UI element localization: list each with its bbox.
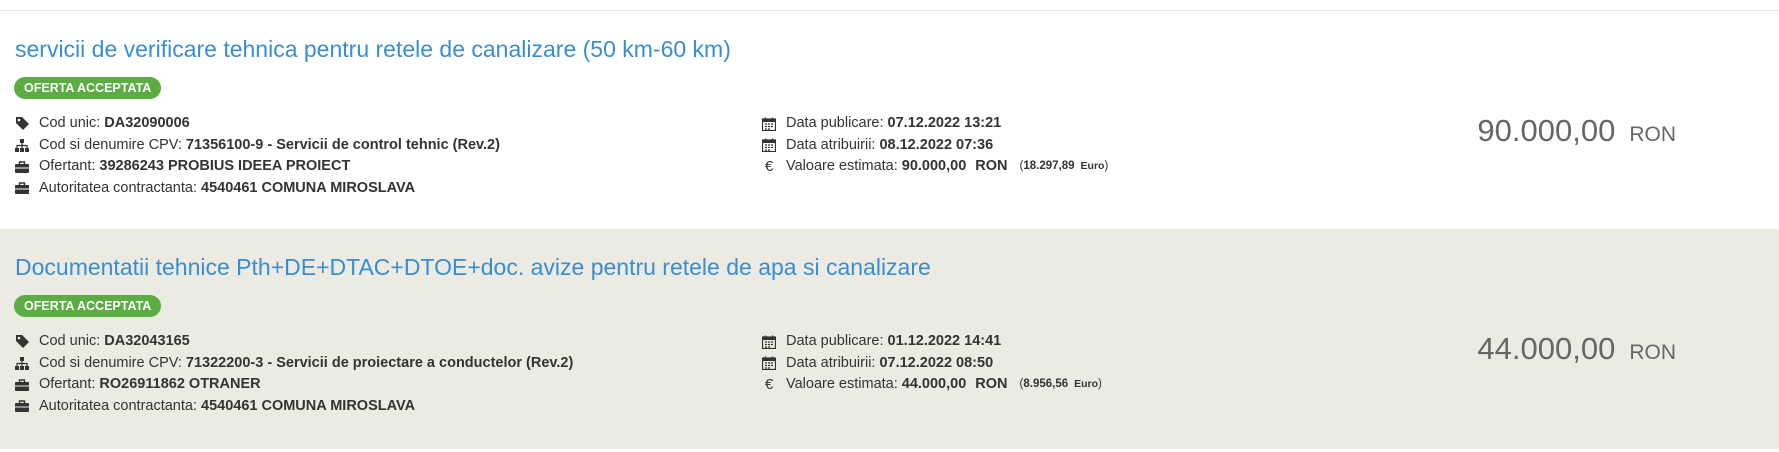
cod-unic-value: DA32090006 bbox=[104, 115, 190, 131]
calendar-icon bbox=[761, 116, 777, 132]
euro-paren-close: ) bbox=[1104, 160, 1109, 172]
data-atribuirii-label: Data atribuirii: bbox=[786, 354, 876, 371]
cod-unic-value: DA32043165 bbox=[104, 333, 190, 349]
ofertant-value: RO26911862 OTRANER bbox=[99, 376, 261, 392]
search-results-page: servicii de verificare tehnica pentru re… bbox=[0, 0, 1779, 452]
calendar-icon bbox=[761, 137, 777, 153]
cpv-label: Cod si denumire CPV: bbox=[39, 136, 182, 153]
tag-icon bbox=[14, 116, 30, 132]
sitemap-icon bbox=[14, 137, 30, 153]
cpv-label: Cod si denumire CPV: bbox=[39, 354, 182, 371]
result-details-left: Cod unic: DA32090006 Cod si denumire CPV… bbox=[14, 113, 500, 199]
autoritate-value: 4540461 COMUNA MIROSLAVA bbox=[201, 179, 416, 196]
result-amount: 44.000,00 RON bbox=[1477, 331, 1676, 367]
amount-value: 90.000,00 bbox=[1477, 113, 1616, 148]
valoare-value: 44.000,00 bbox=[901, 376, 967, 392]
cod-unic-label: Cod unic: bbox=[39, 115, 101, 131]
briefcase-icon bbox=[14, 159, 30, 175]
data-atribuirii-row: Data atribuirii: 07.12.2022 08:50 bbox=[761, 353, 1102, 375]
calendar-icon bbox=[761, 355, 777, 371]
valoare-value: 90.000,00 bbox=[901, 158, 967, 174]
ofertant-value: 39286243 PROBIUS IDEEA PROIECT bbox=[99, 158, 351, 174]
valoare-currency: RON bbox=[975, 158, 1008, 174]
result-amount: 90.000,00 RON bbox=[1477, 113, 1676, 149]
result-item: servicii de verificare tehnica pentru re… bbox=[0, 11, 1779, 229]
autoritate-row: Autoritatea contractanta: 4540461 COMUNA… bbox=[14, 178, 500, 200]
data-publicare-label: Data publicare: bbox=[786, 115, 884, 131]
valoare-label: Valoare estimata: bbox=[786, 376, 898, 392]
cod-unic-label: Cod unic: bbox=[39, 333, 101, 349]
data-atribuirii-value: 07.12.2022 08:50 bbox=[879, 354, 994, 371]
data-publicare-row: Data publicare: 07.12.2022 13:21 bbox=[761, 113, 1108, 135]
euro-icon: € bbox=[764, 158, 774, 175]
data-publicare-value: 07.12.2022 13:21 bbox=[887, 115, 1002, 131]
ofertant-label: Ofertant: bbox=[39, 158, 96, 174]
cpv-row: Cod si denumire CPV: 71322200-3 - Servic… bbox=[14, 353, 573, 375]
euro-icon: € bbox=[764, 376, 774, 393]
valoare-euro-unit: Euro bbox=[1080, 160, 1105, 172]
valoare-euro-value: 8.956,56 bbox=[1023, 378, 1069, 390]
data-publicare-label: Data publicare: bbox=[786, 333, 884, 349]
amount-currency: RON bbox=[1629, 341, 1676, 364]
valoare-label: Valoare estimata: bbox=[786, 158, 898, 174]
valoare-currency: RON bbox=[975, 376, 1008, 392]
cpv-value: 71322200-3 - Servicii de proiectare a co… bbox=[185, 354, 574, 371]
result-details-middle: Data publicare: 07.12.2022 13:21 Data at… bbox=[761, 113, 1108, 178]
valoare-euro: (18.297,89 Euro) bbox=[1020, 156, 1109, 178]
briefcase-icon bbox=[14, 398, 30, 414]
valoare-euro: (8.956,56 Euro) bbox=[1020, 374, 1102, 396]
valoare-row: € Valoare estimata: 90.000,00 RON (18.29… bbox=[761, 156, 1108, 178]
cpv-row: Cod si denumire CPV: 71356100-9 - Servic… bbox=[14, 135, 500, 157]
ofertant-row: Ofertant: RO26911862 OTRANER bbox=[14, 374, 573, 396]
autoritate-label: Autoritatea contractanta: bbox=[39, 179, 197, 196]
sitemap-icon bbox=[14, 355, 30, 371]
data-publicare-row: Data publicare: 01.12.2022 14:41 bbox=[761, 331, 1102, 353]
valoare-euro-unit: Euro bbox=[1074, 378, 1099, 390]
euro-paren-close: ) bbox=[1098, 378, 1102, 390]
briefcase-icon bbox=[14, 377, 30, 393]
briefcase-icon bbox=[14, 180, 30, 196]
result-title-link[interactable]: servicii de verificare tehnica pentru re… bbox=[15, 36, 731, 63]
result-item: Documentatii tehnice Pth+DE+DTAC+DTOE+do… bbox=[0, 229, 1779, 449]
tag-icon bbox=[14, 334, 30, 350]
cod-unic-row: Cod unic: DA32090006 bbox=[14, 113, 500, 135]
status-badge: OFERTA ACCEPTATA bbox=[14, 295, 162, 317]
cod-unic-row: Cod unic: DA32043165 bbox=[14, 331, 573, 353]
autoritate-value: 4540461 COMUNA MIROSLAVA bbox=[201, 397, 416, 414]
autoritate-label: Autoritatea contractanta: bbox=[39, 397, 197, 414]
cpv-value: 71356100-9 - Servicii de control tehnic … bbox=[185, 136, 500, 153]
data-publicare-value: 01.12.2022 14:41 bbox=[887, 333, 1002, 349]
ofertant-row: Ofertant: 39286243 PROBIUS IDEEA PROIECT bbox=[14, 156, 500, 178]
status-badge: OFERTA ACCEPTATA bbox=[14, 77, 162, 99]
data-atribuirii-label: Data atribuirii: bbox=[786, 136, 876, 153]
ofertant-label: Ofertant: bbox=[39, 376, 96, 392]
autoritate-row: Autoritatea contractanta: 4540461 COMUNA… bbox=[14, 396, 573, 418]
data-atribuirii-row: Data atribuirii: 08.12.2022 07:36 bbox=[761, 135, 1108, 157]
calendar-icon bbox=[761, 334, 777, 350]
result-details-left: Cod unic: DA32043165 Cod si denumire CPV… bbox=[14, 331, 573, 417]
data-atribuirii-value: 08.12.2022 07:36 bbox=[879, 136, 994, 153]
result-details-middle: Data publicare: 01.12.2022 14:41 Data at… bbox=[761, 331, 1102, 396]
result-title-link[interactable]: Documentatii tehnice Pth+DE+DTAC+DTOE+do… bbox=[15, 254, 931, 281]
valoare-row: € Valoare estimata: 44.000,00 RON (8.956… bbox=[761, 374, 1102, 396]
amount-value: 44.000,00 bbox=[1477, 331, 1616, 366]
amount-currency: RON bbox=[1629, 123, 1676, 146]
valoare-euro-value: 18.297,89 bbox=[1023, 160, 1075, 172]
